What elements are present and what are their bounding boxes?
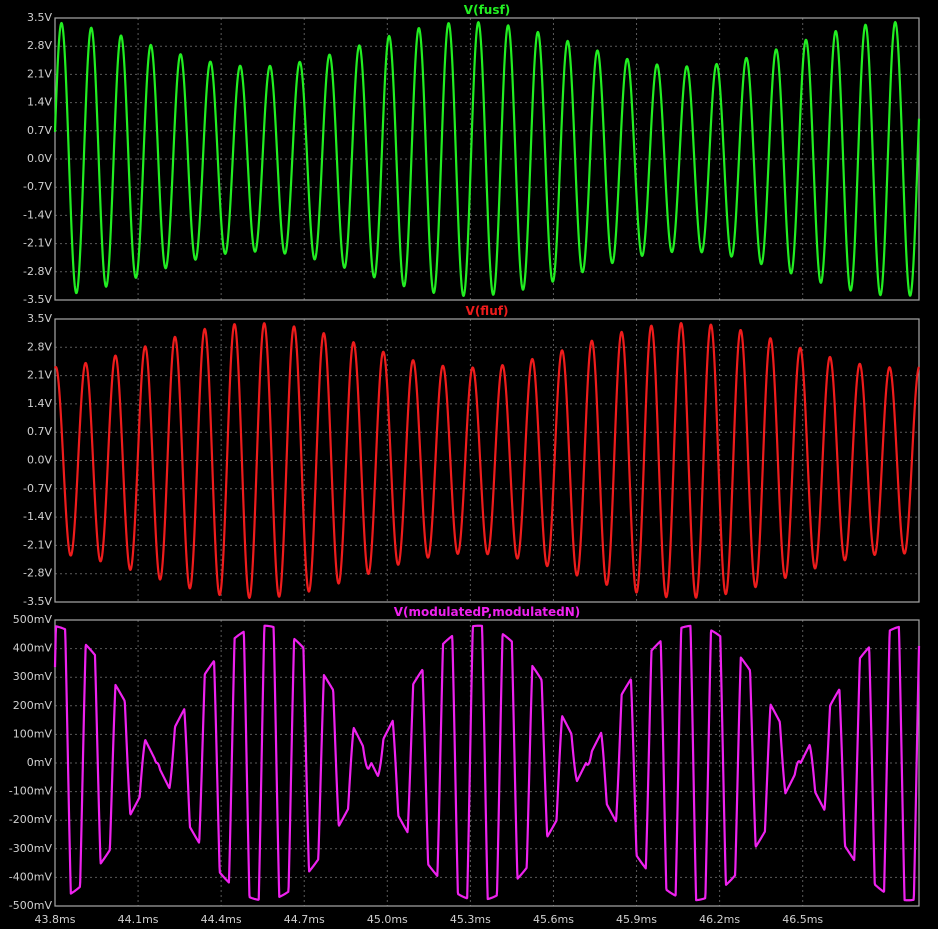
y-tick-label: 100mV <box>13 727 53 740</box>
y-tick-label: -2.8V <box>23 567 52 580</box>
y-tick-label: -1.4V <box>23 208 52 221</box>
x-tick-label: 46.5ms <box>782 913 823 926</box>
y-tick-label: -0.7V <box>23 180 52 193</box>
y-tick-label: 0.7V <box>27 425 52 438</box>
y-tick-label: 2.1V <box>27 369 52 382</box>
x-tick-label: 45.3ms <box>450 913 491 926</box>
y-tick-label: -3.5V <box>23 595 52 608</box>
y-tick-label: 400mV <box>13 642 53 655</box>
y-tick-label: 0.0V <box>27 454 52 467</box>
x-tick-label: 45.0ms <box>367 913 408 926</box>
trace-title[interactable]: V(modulatedP,modulatedN) <box>394 605 581 619</box>
x-tick-label: 44.4ms <box>201 913 242 926</box>
x-tick-label: 44.1ms <box>118 913 159 926</box>
x-tick-label: 45.9ms <box>616 913 657 926</box>
trace-title[interactable]: V(fluf) <box>466 304 509 318</box>
x-tick-label: 44.7ms <box>284 913 325 926</box>
y-tick-label: -400mV <box>9 870 53 883</box>
y-tick-label: 0mV <box>27 756 53 769</box>
y-tick-label: 0.0V <box>27 152 52 165</box>
y-tick-label: 3.5V <box>27 312 52 325</box>
trace-title[interactable]: V(fusf) <box>464 3 510 17</box>
x-tick-label: 46.2ms <box>699 913 740 926</box>
y-tick-label: -200mV <box>9 813 53 826</box>
y-tick-label: 2.1V <box>27 67 52 80</box>
y-tick-label: 2.8V <box>27 340 52 353</box>
x-tick-label: 43.8ms <box>35 913 76 926</box>
y-tick-label: 300mV <box>13 670 53 683</box>
y-tick-label: -500mV <box>9 899 53 912</box>
y-tick-label: -300mV <box>9 842 53 855</box>
waveform-viewer[interactable]: 3.5V 2.8V 2.1V 1.4V 0.7V 0.0V -0.7V -1.4V -2.1V -… <box>0 0 938 929</box>
y-tick-label: 1.4V <box>27 397 52 410</box>
y-tick-label: 3.5V <box>27 11 52 24</box>
y-tick-label: -2.8V <box>23 265 52 278</box>
y-tick-label: -2.1V <box>23 538 52 551</box>
y-tick-label: -2.1V <box>23 237 52 250</box>
y-tick-label: 200mV <box>13 699 53 712</box>
y-tick-label: -3.5V <box>23 293 52 306</box>
y-tick-label: -1.4V <box>23 510 52 523</box>
x-tick-label: 45.6ms <box>533 913 574 926</box>
y-tick-label: 500mV <box>13 613 53 626</box>
y-tick-label: -100mV <box>9 785 53 798</box>
y-tick-label: 1.4V <box>27 96 52 109</box>
y-tick-label: 0.7V <box>27 124 52 137</box>
y-tick-label: 2.8V <box>27 39 52 52</box>
y-tick-label: -0.7V <box>23 482 52 495</box>
